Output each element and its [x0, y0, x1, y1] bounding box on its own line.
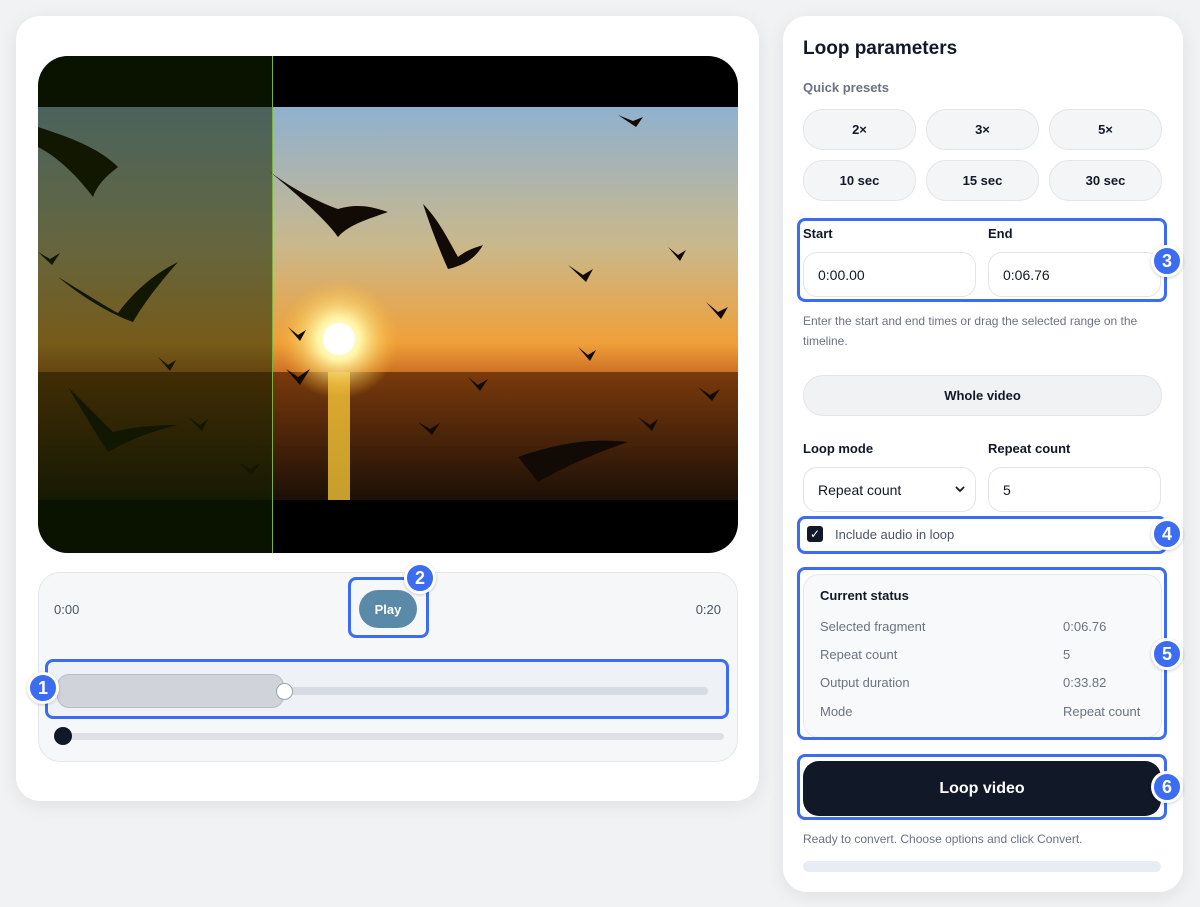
preset-5x-button[interactable]: 5×	[1049, 109, 1162, 150]
repeat-count-label: Repeat count	[988, 441, 1071, 456]
preset-10sec-button[interactable]: 10 sec	[803, 160, 916, 201]
preset-2x-button[interactable]: 2×	[803, 109, 916, 150]
timeline-panel: 0:00 0:20 Play	[38, 572, 738, 762]
include-audio-label: Include audio in loop	[835, 526, 955, 542]
selected-range[interactable]	[57, 674, 284, 708]
status-key-selected-fragment: Selected fragment	[820, 619, 926, 634]
playhead-thumb[interactable]	[54, 727, 72, 745]
ready-status-text: Ready to convert. Choose options and cli…	[803, 832, 1083, 846]
playback-seek-bar[interactable]	[54, 727, 724, 745]
video-preview[interactable]	[38, 56, 738, 553]
loop-parameters-panel: Loop parameters Quick presets 2× 3× 5× 1…	[783, 16, 1183, 892]
panel-title: Loop parameters	[803, 38, 958, 59]
annotation-badge-1: 1	[27, 672, 59, 704]
time-end-label: 0:20	[695, 602, 721, 617]
include-audio-row[interactable]: ✓ Include audio in loop	[807, 526, 954, 542]
preset-3x-button[interactable]: 3×	[926, 109, 1039, 150]
loop-mode-value: Repeat count	[818, 481, 902, 498]
conversion-progress-bar	[803, 861, 1161, 872]
status-key-mode: Mode	[820, 704, 853, 719]
preset-30sec-button[interactable]: 30 sec	[1049, 160, 1162, 201]
preset-15sec-button[interactable]: 15 sec	[926, 160, 1039, 201]
loop-mode-select[interactable]: Repeat count	[803, 467, 976, 512]
loop-video-button[interactable]: Loop video	[803, 761, 1161, 816]
status-value-mode: Repeat count	[1063, 704, 1141, 719]
status-value-output-duration: 0:33.82	[1063, 675, 1107, 690]
annotation-badge-4: 4	[1151, 518, 1183, 550]
unselected-region-overlay	[38, 56, 273, 553]
current-status-box: Current status Selected fragment 0:06.76…	[803, 574, 1162, 738]
whole-video-button[interactable]: Whole video	[803, 375, 1162, 416]
chevron-down-icon	[955, 486, 965, 493]
include-audio-checkbox[interactable]: ✓	[807, 526, 823, 542]
range-hint-text: Enter the start and end times or drag th…	[803, 314, 1138, 348]
annotation-badge-2: 2	[404, 562, 436, 594]
status-value-selected-fragment: 0:06.76	[1063, 619, 1107, 634]
range-end-handle[interactable]	[275, 683, 293, 700]
play-button[interactable]: Play	[359, 590, 417, 628]
status-key-repeat-count: Repeat count	[820, 647, 898, 662]
annotation-badge-3: 3	[1151, 245, 1183, 277]
status-title: Current status	[820, 588, 909, 603]
repeat-count-input[interactable]: 5	[988, 467, 1161, 512]
annotation-badge-5: 5	[1151, 638, 1183, 670]
quick-presets-label: Quick presets	[803, 80, 889, 95]
annotation-badge-6: 6	[1151, 771, 1183, 803]
end-time-input[interactable]: 0:06.76	[988, 252, 1161, 297]
checkmark-icon: ✓	[809, 527, 821, 541]
start-time-input[interactable]: 0:00.00	[803, 252, 976, 297]
range-selector[interactable]	[49, 661, 729, 719]
status-key-output-duration: Output duration	[820, 675, 910, 690]
end-label: End	[988, 226, 1013, 241]
start-label: Start	[803, 226, 833, 241]
loop-mode-label: Loop mode	[803, 441, 874, 456]
time-start-label: 0:00	[54, 602, 80, 617]
status-value-repeat-count: 5	[1063, 647, 1071, 662]
